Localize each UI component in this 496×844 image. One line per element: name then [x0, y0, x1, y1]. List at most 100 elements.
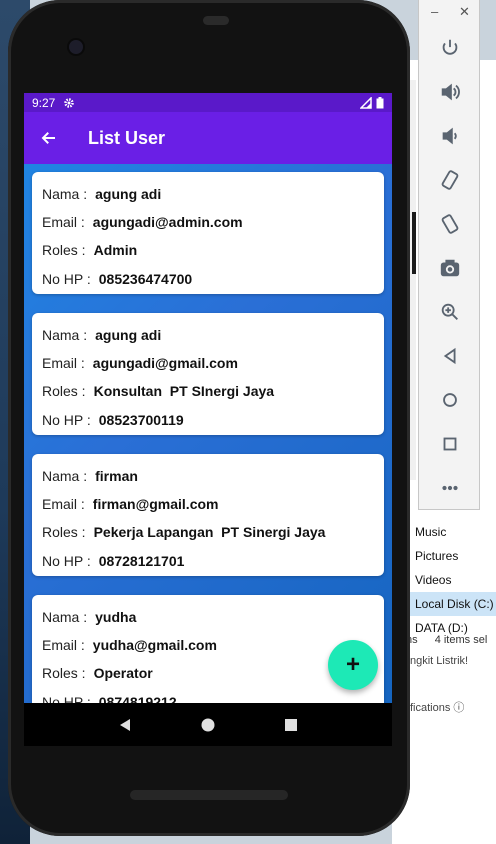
circle-home-icon: [201, 718, 215, 731]
user-roles-row: Roles : Pekerja Lapangan PT Sinergi Jaya: [42, 518, 374, 546]
desktop-notifications-text: fications ⓘ: [410, 702, 465, 714]
user-email-row: Email : agungadi@admin.com: [42, 208, 374, 236]
zoom-button[interactable]: [419, 290, 481, 334]
more-button[interactable]: [419, 466, 481, 510]
field-label: No HP :: [42, 411, 91, 428]
field-label: No HP :: [42, 693, 91, 703]
field-label: Email :: [42, 637, 85, 654]
user-card[interactable]: Nama : firman Email : firman@gmail.com Rol…: [32, 454, 384, 576]
help-icon[interactable]: ⓘ: [453, 702, 464, 714]
gear-icon: [64, 97, 75, 108]
camera-icon: [440, 259, 460, 277]
arrow-left-icon: [41, 132, 55, 144]
add-user-button[interactable]: +: [328, 640, 378, 690]
power-icon: [442, 39, 458, 55]
minimize-icon[interactable]: –: [431, 4, 438, 19]
status-bar: 9:27: [24, 93, 392, 112]
user-name: agung adi: [95, 186, 162, 203]
rotate-right-button[interactable]: [419, 202, 481, 246]
home-button[interactable]: [419, 378, 481, 422]
user-roles-row: Roles : Konsultan PT SInergi Jaya: [42, 377, 374, 405]
field-label: Nama :: [42, 327, 88, 344]
back-arrow-button[interactable]: [24, 112, 74, 164]
screenshot-button[interactable]: [419, 246, 481, 290]
user-name-row: Nama : yudha: [42, 603, 374, 631]
field-label: Email :: [42, 355, 85, 372]
user-roles-row: Roles : Operator: [42, 659, 374, 687]
square-overview-icon: [443, 437, 457, 451]
rotate-left-button[interactable]: [419, 158, 481, 202]
field-label: Nama :: [42, 468, 88, 485]
page-title: List User: [88, 127, 166, 148]
user-name-row: Nama : agung adi: [42, 180, 374, 208]
user-card[interactable]: Nama : agung adi Email : agungadi@gmail.co…: [32, 313, 384, 435]
user-card[interactable]: Nama : yudha Email : yudha@gmail.com Roles…: [32, 595, 384, 703]
user-name: agung adi: [95, 327, 162, 344]
battery-icon: [376, 96, 384, 108]
user-phone: 085236474700: [98, 270, 193, 287]
field-label: Nama :: [42, 609, 88, 626]
field-label: Email :: [42, 214, 85, 231]
user-email-row: Email : yudha@gmail.com: [42, 631, 374, 659]
user-email: firman@gmail.com: [92, 496, 219, 513]
user-name-row: Nama : firman: [42, 462, 374, 490]
overview-button[interactable]: [419, 422, 481, 466]
user-phone-row: No HP : 08728121701: [42, 547, 374, 575]
user-roles: Pekerja Lapangan PT Sinergi Jaya: [93, 524, 326, 541]
user-card[interactable]: Nama : agung adi Email : agungadi@admin.co…: [32, 172, 384, 294]
rotate-left-icon: [441, 170, 459, 190]
zoom-in-icon: [441, 303, 458, 320]
status-time: 9:27: [32, 95, 56, 110]
field-label: Roles :: [42, 383, 86, 400]
field-label: Roles :: [42, 524, 86, 541]
signal-icon: [360, 96, 372, 109]
circle-home-icon: [443, 393, 457, 407]
user-email: agungadi@gmail.com: [92, 355, 238, 372]
user-name-row: Nama : agung adi: [42, 321, 374, 349]
explorer-item-local-disk[interactable]: Local Disk (C:): [406, 592, 496, 616]
field-label: Email :: [42, 496, 85, 513]
user-email-row: Email : agungadi@gmail.com: [42, 349, 374, 377]
desktop-snippet-text: ngkit Listrik!: [410, 655, 469, 667]
field-label: Roles :: [42, 665, 86, 682]
user-phone: 08523700119: [98, 411, 184, 428]
user-email: yudha@gmail.com: [92, 637, 217, 654]
side-button: [412, 212, 416, 274]
field-label: No HP :: [42, 552, 91, 569]
user-phone-row: No HP : 085236474700: [42, 265, 374, 293]
explorer-item-music[interactable]: Music: [406, 520, 496, 544]
field-label: No HP :: [42, 270, 91, 287]
user-email-row: Email : firman@gmail.com: [42, 490, 374, 518]
volume-up-button[interactable]: [419, 70, 481, 114]
nav-back-button[interactable]: [111, 711, 139, 739]
user-roles: Admin: [93, 242, 138, 259]
front-camera: [69, 40, 83, 54]
user-name: yudha: [95, 609, 137, 626]
user-phone-row: No HP : 0874819212: [42, 688, 374, 703]
explorer-item-pictures[interactable]: Pictures: [406, 544, 496, 568]
triangle-back-icon: [120, 718, 131, 731]
field-label: Nama :: [42, 186, 88, 203]
rotate-right-icon: [441, 214, 459, 234]
back-button[interactable]: [419, 334, 481, 378]
app-screen: 9:27 List User Nama : agung adi Email : ag…: [24, 93, 392, 703]
user-name: firman: [95, 468, 138, 485]
nav-overview-button[interactable]: [277, 711, 305, 739]
android-nav-bar: [24, 703, 392, 746]
explorer-status-right: 4 items sel: [434, 634, 488, 646]
user-roles-row: Roles : Admin: [42, 236, 374, 264]
user-roles: Operator: [93, 665, 153, 682]
power-button[interactable]: [419, 26, 481, 70]
more-icon: [442, 485, 458, 491]
user-roles: Konsultan PT SInergi Jaya: [93, 383, 275, 400]
app-bar: List User: [24, 112, 392, 164]
user-email: agungadi@admin.com: [92, 214, 243, 231]
user-phone-row: No HP : 08523700119: [42, 406, 374, 434]
nav-home-button[interactable]: [194, 711, 222, 739]
user-phone: 08728121701: [98, 552, 185, 569]
close-icon[interactable]: ✕: [459, 4, 470, 20]
volume-down-button[interactable]: [419, 114, 481, 158]
field-label: Roles :: [42, 242, 86, 259]
square-overview-icon: [284, 718, 297, 731]
explorer-item-videos[interactable]: Videos: [406, 568, 496, 592]
